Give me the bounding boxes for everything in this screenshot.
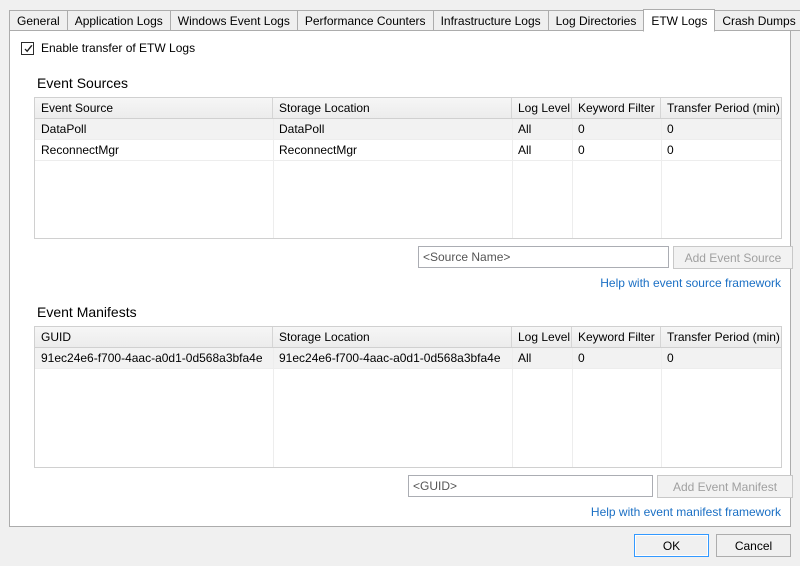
enable-etw-transfer-checkbox[interactable] [21,41,34,55]
cancel-label: Cancel [734,538,773,553]
grid-divider [273,348,274,467]
add-event-manifest-label: Add Event Manifest [672,479,778,494]
column-header-guid[interactable]: GUID [35,327,273,347]
tab-log-directories[interactable]: Log Directories [547,10,645,31]
tab-windows-event-logs[interactable]: Windows Event Logs [169,10,298,31]
column-header-transfer-period[interactable]: Transfer Period (min) [661,327,781,347]
event-manifests-grid[interactable]: GUID Storage Location Log Level Keyword … [34,326,782,468]
event-sources-body: DataPoll DataPoll All 0 0 ReconnectMgr R… [35,119,781,238]
cell-keyword-filter: 0 [578,351,585,365]
cancel-button[interactable]: Cancel [716,534,791,557]
tab-performance-counters[interactable]: Performance Counters [296,10,434,31]
column-header-transfer-period[interactable]: Transfer Period (min) [661,98,781,118]
grid-divider [572,119,573,238]
cell-event-source: ReconnectMgr [41,143,120,157]
column-header-log-level[interactable]: Log Level [512,98,572,118]
column-header-keyword-filter[interactable]: Keyword Filter [572,98,661,118]
ok-button[interactable]: OK [634,534,709,557]
add-event-source-label: Add Event Source [684,250,782,265]
grid-divider [273,119,274,238]
event-sources-title: Event Sources [37,75,129,91]
add-event-manifest-button[interactable]: Add Event Manifest [657,475,793,498]
guid-input[interactable] [408,475,653,497]
cell-log-level: All [518,122,532,136]
enable-etw-transfer-label: Enable transfer of ETW Logs [41,41,196,55]
tab-label: General [17,13,60,28]
column-header-keyword-filter[interactable]: Keyword Filter [572,327,661,347]
help-event-source-framework-link[interactable]: Help with event source framework [600,276,781,290]
tab-label: Infrastructure Logs [440,13,541,28]
cell-keyword-filter: 0 [578,143,585,157]
tab-label: Log Directories [555,13,637,28]
table-row[interactable]: DataPoll DataPoll All 0 0 [35,119,781,140]
cell-transfer-period: 0 [667,122,674,136]
tab-strip: General Application Logs Windows Event L… [9,9,800,32]
cell-transfer-period: 0 [667,143,674,157]
ok-label: OK [662,538,681,553]
tab-etw-logs[interactable]: ETW Logs [643,9,716,32]
column-header-storage-location[interactable]: Storage Location [273,98,512,118]
cell-log-level: All [518,351,532,365]
tab-label: Crash Dumps [722,13,796,28]
cell-event-source: DataPoll [41,122,87,136]
cell-log-level: All [518,143,532,157]
grid-divider [572,348,573,467]
tab-label: ETW Logs [651,13,708,28]
tab-label: Performance Counters [304,13,426,28]
checkmark-icon [24,44,33,52]
cell-guid: 91ec24e6-f700-4aac-a0d1-0d568a3bfa4e [41,351,263,365]
grid-divider [661,119,662,238]
tab-application-logs[interactable]: Application Logs [66,10,171,31]
cell-storage-location: 91ec24e6-f700-4aac-a0d1-0d568a3bfa4e [279,351,501,365]
event-manifests-body: 91ec24e6-f700-4aac-a0d1-0d568a3bfa4e 91e… [35,348,781,467]
column-header-storage-location[interactable]: Storage Location [273,327,512,347]
grid-divider [512,348,513,467]
column-header-event-source[interactable]: Event Source [35,98,273,118]
cell-storage-location: DataPoll [279,122,325,136]
tab-crash-dumps[interactable]: Crash Dumps [714,10,800,31]
cell-storage-location: ReconnectMgr [279,143,358,157]
source-name-input[interactable] [418,246,669,268]
tab-label: Application Logs [74,13,163,28]
event-manifests-title: Event Manifests [37,304,137,320]
tab-infrastructure-logs[interactable]: Infrastructure Logs [432,10,549,31]
help-event-manifest-framework-link[interactable]: Help with event manifest framework [591,505,781,519]
grid-divider [512,119,513,238]
event-sources-header-row: Event Source Storage Location Log Level … [35,98,781,119]
column-header-log-level[interactable]: Log Level [512,327,572,347]
event-sources-grid[interactable]: Event Source Storage Location Log Level … [34,97,782,239]
table-row[interactable]: ReconnectMgr ReconnectMgr All 0 0 [35,140,781,161]
event-manifests-header-row: GUID Storage Location Log Level Keyword … [35,327,781,348]
table-row[interactable]: 91ec24e6-f700-4aac-a0d1-0d568a3bfa4e 91e… [35,348,781,369]
enable-etw-transfer-row[interactable]: Enable transfer of ETW Logs [21,41,195,55]
tab-general[interactable]: General [9,10,68,31]
tab-label: Windows Event Logs [177,13,290,28]
cell-transfer-period: 0 [667,351,674,365]
add-event-source-button[interactable]: Add Event Source [673,246,793,269]
etw-logs-panel: Enable transfer of ETW Logs Event Source… [9,30,793,527]
cell-keyword-filter: 0 [578,122,585,136]
grid-divider [661,348,662,467]
